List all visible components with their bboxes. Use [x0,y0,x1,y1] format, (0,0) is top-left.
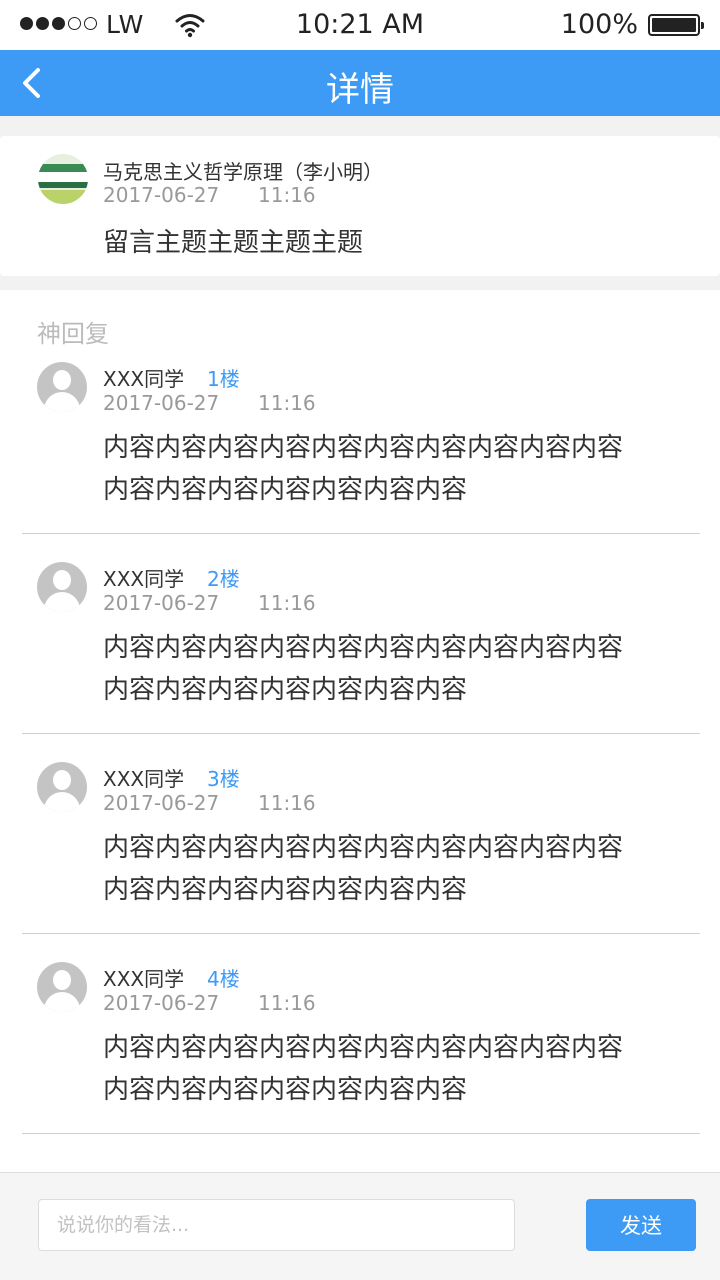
reply-user-name: XXX同学 [103,567,185,591]
comment-input-bar: 发送 [0,1172,720,1280]
reply-time: 11:16 [258,591,316,615]
comment-input[interactable] [38,1199,515,1251]
user-avatar-icon [37,562,87,612]
page-title: 详情 [326,70,394,110]
battery-percent: 100% [560,9,638,40]
reply-floor: 2楼 [207,567,240,591]
reply-date: 2017-06-27 [103,391,220,415]
reply-date: 2017-06-27 [103,791,220,815]
reply-user-name: XXX同学 [103,367,185,391]
reply-floor: 1楼 [207,367,240,391]
divider [22,1133,700,1134]
reply-time: 11:16 [258,991,316,1015]
reply-time: 11:16 [258,391,316,415]
reply-date: 2017-06-27 [103,591,220,615]
battery-icon [648,14,704,36]
reply-floor: 4楼 [207,967,240,991]
user-avatar-icon [37,962,87,1012]
user-avatar-icon [37,362,87,412]
reply-user-name: XXX同学 [103,767,185,791]
nav-bar: 详情 [0,50,720,116]
replies-panel: 神回复 XXX同学 1楼 2017-06-27 11:16 内容内容内容内容内容… [0,290,720,1172]
reply-user-name: XXX同学 [103,967,185,991]
topic-time: 11:16 [258,183,316,207]
topic-date: 2017-06-27 [103,183,220,207]
topic-card[interactable]: 马克思主义哲学原理（李小明） 2017-06-27 11:16 留言主题主题主题… [0,136,720,276]
status-bar: LW 10:21 AM 100% [0,0,720,50]
reply-item[interactable]: XXX同学 1楼 2017-06-27 11:16 内容内容内容内容内容内容内容… [0,290,720,534]
course-cover-avatar [38,154,88,204]
reply-floor: 3楼 [207,767,240,791]
topic-subject: 留言主题主题主题主题 [103,228,364,258]
reply-date: 2017-06-27 [103,991,220,1015]
reply-item[interactable]: XXX同学 4楼 2017-06-27 11:16 内容内容内容内容内容内容内容… [0,890,720,1134]
send-button[interactable]: 发送 [586,1199,696,1251]
user-avatar-icon [37,762,87,812]
topic-course-name: 马克思主义哲学原理（李小明） [103,160,383,184]
reply-item[interactable]: XXX同学 2楼 2017-06-27 11:16 内容内容内容内容内容内容内容… [0,490,720,734]
reply-content: 内容内容内容内容内容内容内容内容内容内容内容内容内容内容内容内容内容 [103,1033,624,1105]
reply-time: 11:16 [258,791,316,815]
reply-item[interactable]: XXX同学 3楼 2017-06-27 11:16 内容内容内容内容内容内容内容… [0,690,720,934]
